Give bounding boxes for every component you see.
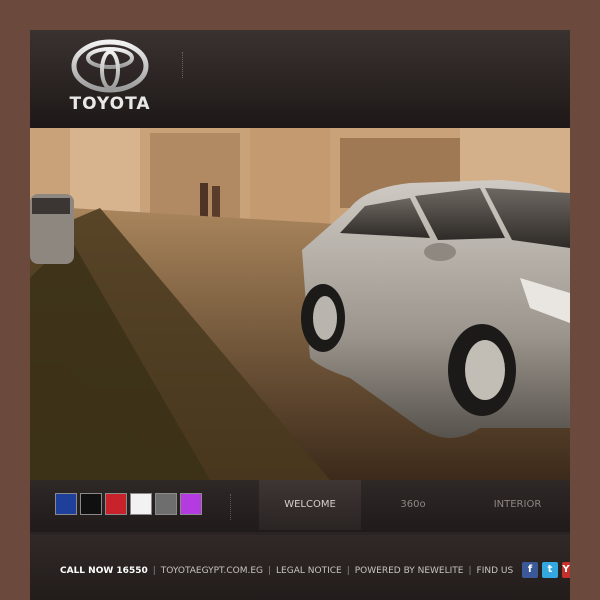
footer-separator: | <box>152 566 156 576</box>
footer-links: CALL NOW 16550 | TOYOTAEGYPT.COM.EG | LEGAL … <box>60 566 513 578</box>
tab-interior[interactable]: INTERIOR <box>465 480 570 530</box>
controls-divider <box>230 494 231 520</box>
logo-wordmark: TOYOTA <box>69 94 151 114</box>
toyota-emblem-icon <box>71 39 149 93</box>
footer-separator: | <box>346 566 350 576</box>
find-us-label: FIND US <box>476 566 514 576</box>
footer-separator: | <box>468 566 472 576</box>
tab-360-label: 360o <box>400 499 426 510</box>
tab-interior-label: INTERIOR <box>493 499 542 510</box>
footer-separator: | <box>268 566 272 576</box>
header: TOYOTA <box>30 30 570 128</box>
color-swatch-blue[interactable] <box>55 493 77 515</box>
facebook-icon[interactable]: f <box>522 562 538 578</box>
call-now-text: CALL NOW 16550 <box>60 566 148 576</box>
car-photo <box>30 128 570 480</box>
footer: CALL NOW 16550 | TOYOTAEGYPT.COM.EG | LEGAL … <box>30 535 570 600</box>
color-swatch-grey[interactable] <box>155 493 177 515</box>
controls-bar: WELCOME 360o INTERIOR <box>30 480 570 532</box>
page-frame: TOYOTA WELCOME 360o INTERIOR CALL NOW 16… <box>30 30 570 600</box>
tab-welcome-label: WELCOME <box>284 499 336 510</box>
site-link[interactable]: TOYOTAEGYPT.COM.EG <box>161 566 263 576</box>
tab-welcome[interactable]: WELCOME <box>259 480 361 530</box>
youtube-icon[interactable]: Y <box>562 562 570 578</box>
hero-image <box>30 128 570 480</box>
color-swatch-red[interactable] <box>105 493 127 515</box>
color-swatch-white[interactable] <box>130 493 152 515</box>
color-swatch-black[interactable] <box>80 493 102 515</box>
header-divider <box>182 52 183 78</box>
color-swatch-purple[interactable] <box>180 493 202 515</box>
twitter-icon[interactable]: t <box>542 562 558 578</box>
toyota-logo[interactable]: TOYOTA <box>60 38 160 122</box>
powered-by-link[interactable]: POWERED BY NEWELITE <box>355 566 464 576</box>
legal-notice-link[interactable]: LEGAL NOTICE <box>276 566 342 576</box>
tab-360[interactable]: 360o <box>361 480 465 530</box>
